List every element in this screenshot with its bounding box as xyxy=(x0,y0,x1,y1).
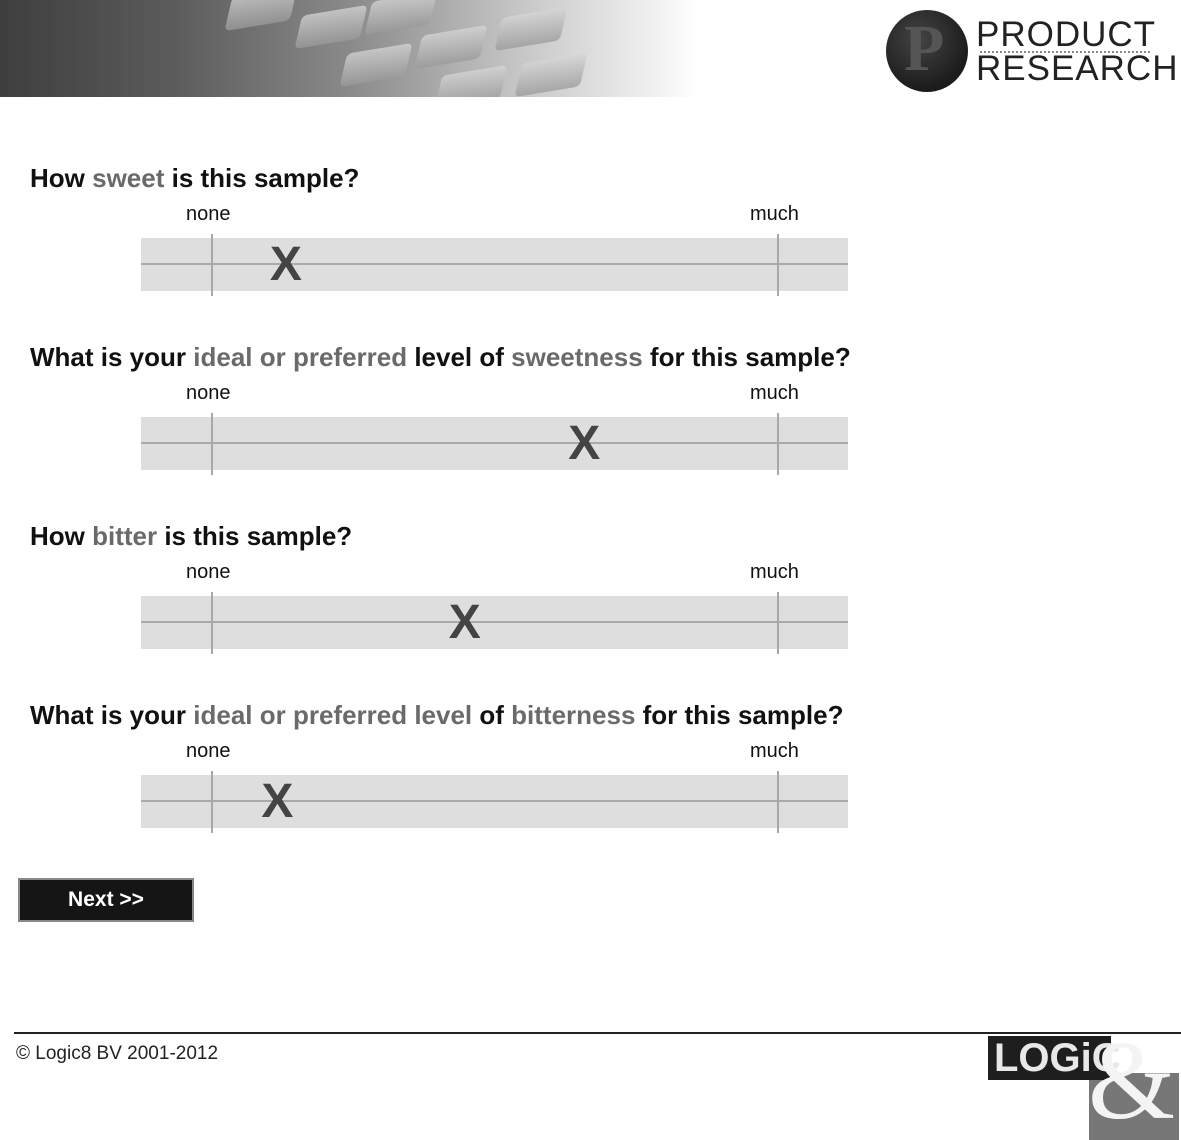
scale-max-tick xyxy=(777,592,779,654)
scale-max-tick xyxy=(777,234,779,296)
question-text: of xyxy=(472,700,512,730)
question-text: How xyxy=(30,521,93,551)
scale-max-tick xyxy=(777,771,779,833)
logo-line-2: RESEARCH xyxy=(976,49,1179,88)
question-keyword: sweet xyxy=(92,163,165,193)
scale-min-tick xyxy=(211,592,213,654)
scale-min-tick xyxy=(211,771,213,833)
question-text: What is your xyxy=(30,342,194,372)
scale-min-label: none xyxy=(186,382,231,404)
scale-min-tick xyxy=(211,234,213,296)
scale-max-tick xyxy=(777,413,779,475)
copyright-text: © Logic8 BV 2001-2012 xyxy=(16,1043,219,1064)
question-text: is this sample? xyxy=(164,163,360,193)
rating-scale-slider[interactable]: X xyxy=(141,413,848,475)
scale-max-label: much xyxy=(750,382,799,404)
scale-marker[interactable]: X xyxy=(568,417,600,470)
scale-min-label: none xyxy=(186,203,231,225)
question-text: for this sample? xyxy=(642,342,851,372)
scale-max-label: much xyxy=(750,740,799,762)
scale-line xyxy=(141,800,848,802)
rating-scale-slider[interactable]: X xyxy=(141,592,848,654)
question-title: How bitter is this sample? xyxy=(30,521,352,552)
scale-marker[interactable]: X xyxy=(449,596,481,649)
logo-ampersand: & xyxy=(1088,1033,1176,1140)
scale-line xyxy=(141,621,848,623)
scale-min-label: none xyxy=(186,561,231,583)
scale-marker[interactable]: X xyxy=(270,238,302,291)
logic8-logo: LOGiC & xyxy=(986,1033,1181,1140)
question-title: What is your ideal or preferred level of… xyxy=(30,342,851,373)
question-keyword: ideal or preferred xyxy=(193,342,408,372)
scale-max-label: much xyxy=(750,203,799,225)
scale-line xyxy=(141,442,848,444)
scale-min-label: none xyxy=(186,740,231,762)
scale-max-label: much xyxy=(750,561,799,583)
question-keyword: ideal or preferred level xyxy=(193,700,473,730)
logo-line-1: PRODUCT xyxy=(976,15,1157,54)
logo-letter: P xyxy=(904,12,945,85)
scale-line xyxy=(141,263,848,265)
question-title: How sweet is this sample? xyxy=(30,163,359,194)
question-keyword: bitter xyxy=(92,521,158,551)
question-keyword: sweetness xyxy=(511,342,643,372)
question-title: What is your ideal or preferred level of… xyxy=(30,700,843,731)
rating-scale-slider[interactable]: X xyxy=(141,771,848,833)
product-research-logo: P PRODUCT RESEARCH xyxy=(884,8,1177,98)
question-text: is this sample? xyxy=(157,521,353,551)
question-keyword: bitterness xyxy=(511,700,636,730)
header-banner-image xyxy=(0,0,700,97)
scale-min-tick xyxy=(211,413,213,475)
question-text: for this sample? xyxy=(635,700,844,730)
question-text: How xyxy=(30,163,93,193)
logo-dotted-rule xyxy=(980,51,1150,53)
rating-scale-slider[interactable]: X xyxy=(141,234,848,296)
question-text: What is your xyxy=(30,700,194,730)
scale-marker[interactable]: X xyxy=(261,775,293,828)
question-text: level of xyxy=(407,342,512,372)
next-button[interactable]: Next >> xyxy=(18,878,194,922)
